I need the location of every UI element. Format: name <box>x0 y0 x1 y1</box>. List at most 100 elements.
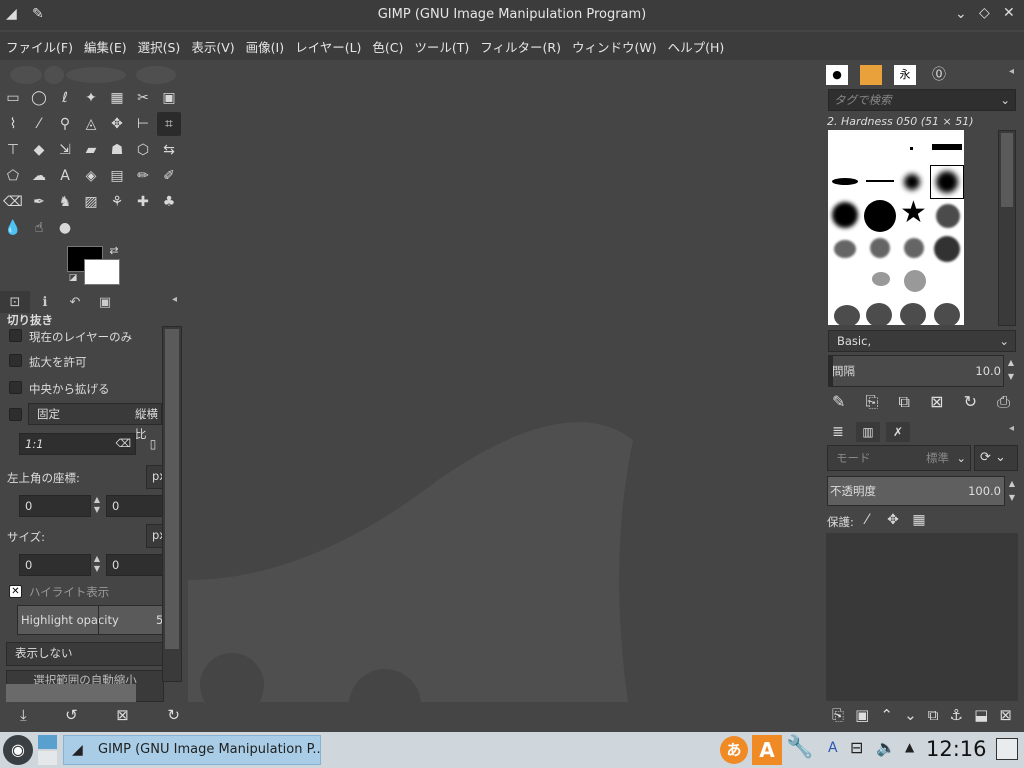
text-icon[interactable]: A <box>53 164 77 188</box>
ime-tools-icon[interactable]: 🔧 <box>786 735 813 760</box>
menu-file[interactable]: ファイル(F) <box>6 37 73 56</box>
position-y-field[interactable]: 0 <box>106 495 164 517</box>
duplicate-brush-icon[interactable]: ⧉ <box>899 392 910 412</box>
restore-options-icon[interactable]: ↺ <box>65 706 78 724</box>
maximize-icon[interactable]: ◇ <box>979 5 990 21</box>
brush-spacing-slider[interactable]: 間隔 10.0 <box>828 355 1004 387</box>
new-layer-group-icon[interactable]: ▣ <box>855 706 869 724</box>
tab-paths[interactable]: ✗ <box>886 422 910 442</box>
menu-image[interactable]: 画像(I) <box>246 37 284 56</box>
unified-transform-icon[interactable]: ⊤ <box>1 138 25 162</box>
image-canvas[interactable] <box>188 60 820 702</box>
perspective-icon[interactable]: ⬡ <box>131 138 155 162</box>
lock-position-icon[interactable]: ✥ <box>883 510 903 530</box>
fixed-checkbox[interactable] <box>9 408 22 421</box>
ellipse-select-icon[interactable]: ◯ <box>27 86 51 110</box>
network-icon[interactable]: ⊟ <box>850 738 863 757</box>
new-layer-icon[interactable]: ⎘ <box>832 706 844 724</box>
open-brush-as-image-icon[interactable]: ⎙ <box>997 392 1010 412</box>
size-h-field[interactable]: 0 <box>106 554 164 576</box>
warp-icon[interactable]: ☗ <box>105 138 129 162</box>
new-brush-icon[interactable]: ⎘ <box>866 392 879 412</box>
position-x-spin[interactable]: ▲ ▼ <box>90 495 104 517</box>
allow-growing-checkbox[interactable] <box>9 354 22 367</box>
clock[interactable]: 12:16 <box>926 737 987 761</box>
minimize-icon[interactable]: ⌄ <box>955 6 967 22</box>
menu-layer[interactable]: レイヤー(L) <box>295 37 361 56</box>
lower-layer-icon[interactable]: ⌄ <box>904 706 917 724</box>
rotate-icon[interactable]: ◆ <box>27 138 51 162</box>
airbrush-icon[interactable]: ✒ <box>27 190 51 214</box>
delete-layer-icon[interactable]: ⊠ <box>999 706 1012 724</box>
tab-undo-history[interactable]: ↶ <box>60 291 90 313</box>
align-icon[interactable]: ⊢ <box>131 112 155 136</box>
menu-view[interactable]: 表示(V) <box>191 37 234 56</box>
clone-icon[interactable]: ⚘ <box>105 190 129 214</box>
blur-icon[interactable]: 💧 <box>1 216 25 240</box>
edit-brush-icon[interactable]: ✎ <box>832 392 845 412</box>
portrait-landscape-icon[interactable]: ▯ <box>144 433 162 455</box>
tab-help[interactable]: ⓪ <box>928 65 950 85</box>
tab-layers[interactable]: ≣ <box>826 422 850 442</box>
ime-hiragana-icon[interactable]: あ <box>720 736 748 764</box>
select-by-color-icon[interactable]: ▦ <box>105 86 129 110</box>
scale-icon[interactable]: ⇲ <box>53 138 77 162</box>
keyboard-layout-icon[interactable]: A <box>828 740 838 756</box>
position-x-field[interactable]: 0 <box>19 495 91 517</box>
ime-mode-icon[interactable]: A <box>752 735 782 765</box>
desktop-1-icon[interactable] <box>38 735 57 749</box>
heal-icon[interactable]: ✚ <box>131 190 155 214</box>
mypaint-brush-icon[interactable]: ▨ <box>79 190 103 214</box>
tab-fonts[interactable]: 永 <box>894 65 916 85</box>
perspective-clone-icon[interactable]: ♣ <box>157 190 181 214</box>
zoom-icon[interactable]: ⚲ <box>53 112 77 136</box>
highlight-checkbox[interactable]: ✕ <box>9 585 22 598</box>
measure-icon[interactable]: ◬ <box>79 112 103 136</box>
menu-select[interactable]: 選択(S) <box>138 37 181 56</box>
composite-mode-select[interactable]: ⟳ ⌄ <box>974 445 1018 471</box>
lock-alpha-icon[interactable]: ▦ <box>909 510 929 530</box>
chevron-down-icon[interactable]: ⌄ <box>1000 90 1010 110</box>
tab-tool-options[interactable]: ⊡ <box>0 291 30 313</box>
brush-grid-scrollbar[interactable] <box>998 130 1016 326</box>
default-colors-icon[interactable]: ◪ <box>66 271 80 285</box>
duplicate-layer-icon[interactable]: ⧉ <box>928 706 939 724</box>
lock-pixels-icon[interactable]: ⁄ <box>857 510 877 530</box>
menu-tools[interactable]: ツール(T) <box>414 37 469 56</box>
menu-filters[interactable]: フィルター(R) <box>480 37 561 56</box>
ink-icon[interactable]: ♞ <box>53 190 77 214</box>
ratio-field[interactable]: 1:1 ⌫ <box>19 433 136 455</box>
tab-brushes[interactable]: ● <box>826 65 848 85</box>
bucket-fill-icon[interactable]: ◈ <box>79 164 103 188</box>
brush-tag-select[interactable]: Basic, ⌄ <box>828 330 1016 352</box>
tab-patterns[interactable] <box>860 65 882 85</box>
save-options-icon[interactable]: ⤓ <box>20 706 27 724</box>
layer-panel-menu-icon[interactable]: ◂ <box>1009 423 1014 434</box>
start-menu-icon[interactable]: ◉ <box>3 735 33 765</box>
panel-menu-icon[interactable]: ◂ <box>172 294 177 305</box>
fixed-mode-select[interactable]: 固定 縦横比 <box>28 403 162 441</box>
paths-icon[interactable]: ⌇ <box>1 112 25 136</box>
fuzzy-select-icon[interactable]: ✦ <box>79 86 103 110</box>
close-icon[interactable]: ✕ <box>1003 5 1015 21</box>
clear-icon[interactable]: ⌫ <box>115 434 131 454</box>
gradient-icon[interactable]: ▤ <box>105 164 129 188</box>
expand-from-center-checkbox[interactable] <box>9 381 22 394</box>
shear-icon[interactable]: ▰ <box>79 138 103 162</box>
delete-brush-icon[interactable]: ⊠ <box>930 392 943 412</box>
menu-edit[interactable]: 編集(E) <box>84 37 127 56</box>
raise-layer-icon[interactable]: ⌃ <box>880 706 893 724</box>
layer-opacity-slider[interactable]: 不透明度 100.0 <box>827 476 1005 506</box>
tool-options-scrollbar[interactable] <box>162 326 182 682</box>
show-desktop-icon[interactable] <box>996 738 1018 760</box>
paintbrush-icon[interactable]: ✐ <box>157 164 181 188</box>
merge-layer-icon[interactable]: ⬓ <box>974 706 988 724</box>
guides-select[interactable]: 表示しない <box>6 642 164 666</box>
tray-expand-icon[interactable]: ▲ <box>905 740 914 754</box>
scissors-icon[interactable]: ✂ <box>131 86 155 110</box>
crop-icon[interactable]: ⌗ <box>157 112 181 136</box>
brush-panel-menu-icon[interactable]: ◂ <box>1009 66 1014 77</box>
eraser-icon[interactable]: ⌫ <box>1 190 25 214</box>
dodge-burn-icon[interactable]: ● <box>53 216 77 240</box>
swap-colors-icon[interactable]: ⇄ <box>106 242 122 258</box>
